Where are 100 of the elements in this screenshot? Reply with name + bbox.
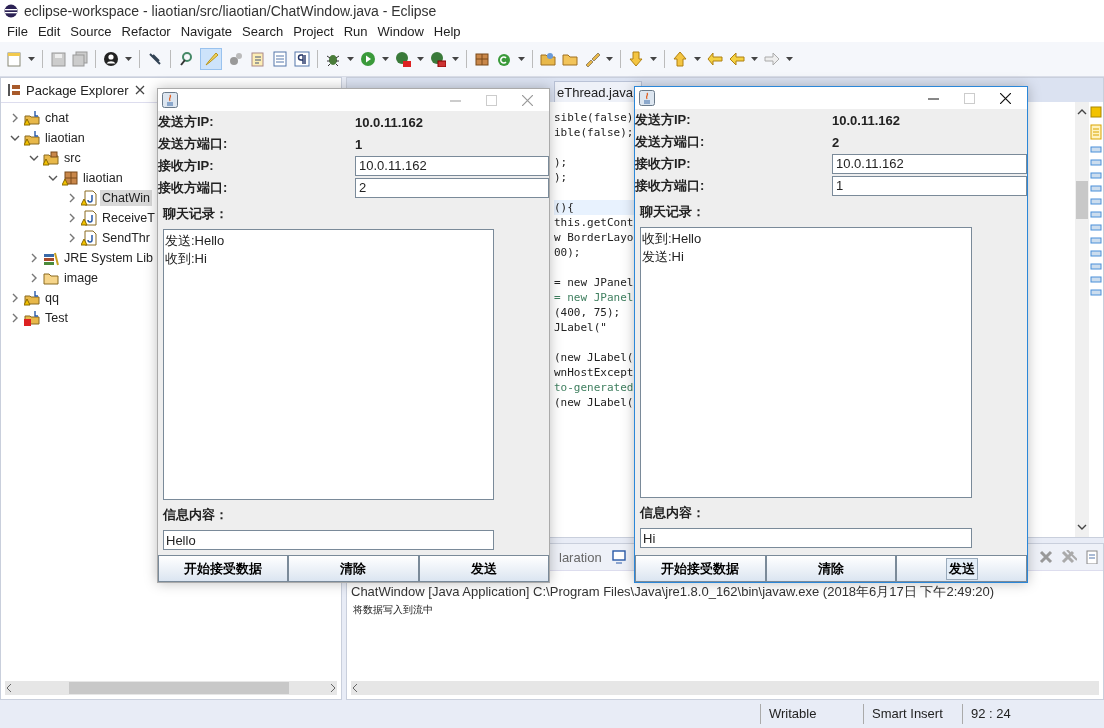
expanded-chevron-icon[interactable] xyxy=(10,133,20,143)
scroll-left-icon xyxy=(351,683,359,693)
menu-item[interactable]: Source xyxy=(65,22,117,42)
occurrence-marker-icon xyxy=(1090,185,1102,192)
down-arrow-icon[interactable] xyxy=(628,51,644,67)
tree-item[interactable]: image xyxy=(62,270,101,286)
text-field[interactable]: 10.0.11.162 xyxy=(355,156,549,176)
tree-item[interactable]: liaotian xyxy=(43,130,87,146)
menu-item[interactable]: Search xyxy=(237,22,289,42)
close-icon[interactable] xyxy=(1000,92,1011,104)
remove-launch-icon[interactable] xyxy=(1039,550,1053,564)
expanded-chevron-icon[interactable] xyxy=(29,153,39,163)
scroll-left-icon xyxy=(5,683,13,693)
tree-item[interactable]: ReceiveT xyxy=(100,210,157,226)
button[interactable]: 开始接受数据 xyxy=(158,555,289,582)
chat-log[interactable]: 收到:Hello 发送:Hi xyxy=(640,227,972,498)
button[interactable]: 清除 xyxy=(288,555,419,582)
back-arrow-icon[interactable] xyxy=(729,51,745,67)
menu-item[interactable]: Help xyxy=(428,22,466,42)
scroll-thumb[interactable] xyxy=(69,682,289,694)
menu-item[interactable]: Window xyxy=(372,22,429,42)
collapsed-chevron-icon[interactable] xyxy=(10,313,20,323)
code-line: wnHostExcept xyxy=(554,365,635,380)
button[interactable]: 发送 xyxy=(896,555,1027,582)
tree-item[interactable]: SendThr xyxy=(100,230,152,246)
occurrence-marker-icon xyxy=(1090,159,1102,166)
menu-item[interactable]: File xyxy=(2,22,33,42)
occurrence-marker-icon xyxy=(1090,146,1102,153)
occurrence-marker-icon xyxy=(1090,198,1102,205)
scrollbar[interactable] xyxy=(5,681,337,695)
message-field[interactable]: Hello xyxy=(163,530,494,550)
eclipse-logo-icon xyxy=(4,4,18,18)
view-tab[interactable]: Package Explorer xyxy=(26,82,129,98)
status-text: 92 : 24 xyxy=(962,704,1051,724)
close-icon[interactable] xyxy=(133,84,146,96)
chat-message: 发送:Hello xyxy=(165,232,226,250)
tree-item[interactable]: chat xyxy=(43,110,71,126)
save-all-icon[interactable] xyxy=(72,51,88,67)
message-field[interactable]: Hi xyxy=(640,528,972,548)
chat-message: 收到:Hello xyxy=(642,230,703,248)
new-class-icon[interactable] xyxy=(496,51,512,67)
field-value: 2 xyxy=(832,134,840,150)
text-field[interactable]: 10.0.11.162 xyxy=(832,154,1027,174)
field-label: 发送方IP: xyxy=(635,111,692,129)
occurrence-marker-icon xyxy=(1090,263,1102,270)
folder-icon xyxy=(43,270,59,286)
search-icon[interactable] xyxy=(178,51,194,67)
back-edit-icon[interactable] xyxy=(707,51,723,67)
collapsed-chevron-icon[interactable] xyxy=(67,213,77,223)
package-icon[interactable] xyxy=(474,51,490,67)
button[interactable]: 清除 xyxy=(765,555,897,582)
status-text: Writable xyxy=(760,704,863,724)
menu-item[interactable]: Refactor xyxy=(116,22,176,42)
view-tab[interactable]: laration xyxy=(555,549,606,565)
collapsed-chevron-icon[interactable] xyxy=(10,293,20,303)
field-label: 接收方IP: xyxy=(635,155,692,173)
document-icon[interactable] xyxy=(250,51,266,67)
code-line: ); xyxy=(554,170,569,185)
scrollbar[interactable] xyxy=(351,681,1099,695)
up-arrow-icon[interactable] xyxy=(672,51,688,67)
brush-icon[interactable] xyxy=(584,51,600,67)
collapsed-chevron-icon[interactable] xyxy=(67,233,77,243)
scrollbar[interactable] xyxy=(1075,102,1089,537)
tree-item[interactable]: Test xyxy=(43,310,70,326)
java-file-icon xyxy=(81,190,97,206)
text-field[interactable]: 1 xyxy=(832,176,1027,196)
expanded-chevron-icon[interactable] xyxy=(48,173,58,183)
chat-message: 收到:Hi xyxy=(165,250,208,268)
menu-item[interactable]: Run xyxy=(338,22,373,42)
collapsed-chevron-icon[interactable] xyxy=(10,113,20,123)
text-field[interactable]: 2 xyxy=(355,178,549,198)
tree-item[interactable]: liaotian xyxy=(81,170,125,186)
project-icon xyxy=(24,130,40,146)
pilcrow-icon[interactable] xyxy=(294,51,310,67)
open-folder-icon[interactable] xyxy=(540,51,556,67)
field-label: 接收方端口: xyxy=(158,179,229,197)
collapsed-chevron-icon[interactable] xyxy=(67,193,77,203)
menu-item[interactable]: Edit xyxy=(32,22,66,42)
tree-item[interactable]: qq xyxy=(43,290,61,306)
collapsed-chevron-icon[interactable] xyxy=(29,273,39,283)
tree-item[interactable]: JRE System Lib xyxy=(62,250,155,266)
editor-tab[interactable]: eThread.java xyxy=(554,81,642,102)
section-label: 信息内容： xyxy=(161,506,229,524)
menu-item[interactable]: Project xyxy=(288,22,339,42)
button[interactable]: 发送 xyxy=(418,555,549,582)
tree-item[interactable]: ChatWin xyxy=(100,190,152,206)
tree-item[interactable]: src xyxy=(62,150,83,166)
run-icon[interactable] xyxy=(360,51,376,67)
chat-log[interactable]: 发送:Hello 收到:Hi xyxy=(163,229,494,500)
menu-item[interactable]: Navigate xyxy=(175,22,237,42)
scroll-down-icon xyxy=(1077,523,1087,531)
collapsed-chevron-icon[interactable] xyxy=(29,253,39,263)
field-label: 发送方IP: xyxy=(158,113,215,131)
person-icon[interactable] xyxy=(103,51,119,67)
field-label: 接收方IP: xyxy=(158,157,215,175)
warning-marker-icon xyxy=(1090,106,1102,118)
scroll-thumb[interactable] xyxy=(1076,180,1088,219)
button[interactable]: 开始接受数据 xyxy=(635,555,766,582)
folder-icon[interactable] xyxy=(562,51,578,67)
occurrence-marker-icon xyxy=(1090,172,1102,179)
